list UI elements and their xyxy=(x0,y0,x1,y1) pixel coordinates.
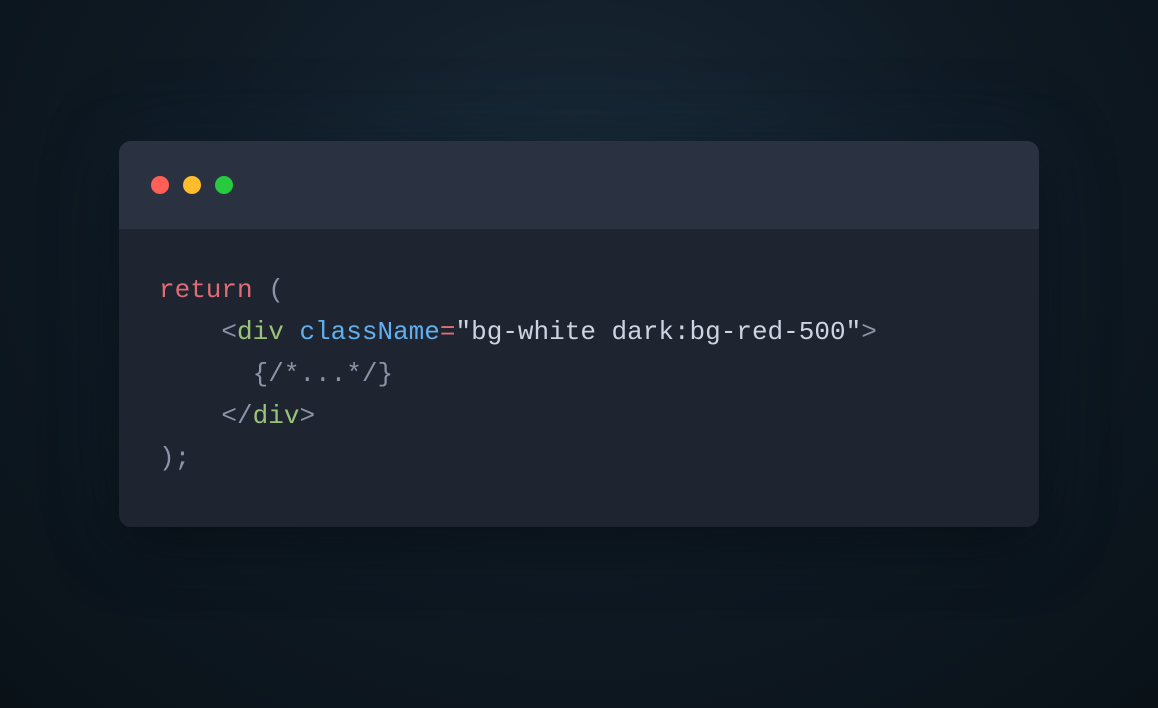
maximize-icon[interactable] xyxy=(215,176,233,194)
string-value: bg-white dark:bg-red-500 xyxy=(471,317,845,347)
code-line-1: return ( xyxy=(159,275,284,305)
comment-placeholder: /*...*/ xyxy=(268,359,377,389)
tag-open-bracket: < xyxy=(221,317,237,347)
closing-tag-lt: < xyxy=(221,401,237,431)
code-line-5: ); xyxy=(159,443,190,473)
tag-name-div: div xyxy=(237,317,284,347)
minimize-icon[interactable] xyxy=(183,176,201,194)
code-window: return ( <div className="bg-white dark:b… xyxy=(119,141,1039,528)
close-icon[interactable] xyxy=(151,176,169,194)
code-block: return ( <div className="bg-white dark:b… xyxy=(119,229,1039,528)
string-quote-open: " xyxy=(456,317,472,347)
string-quote-close: " xyxy=(846,317,862,347)
jsx-expr-open: { xyxy=(253,359,269,389)
keyword-return: return xyxy=(159,275,253,305)
paren-open: ( xyxy=(268,275,284,305)
tag-close-bracket: > xyxy=(861,317,877,347)
closing-tag-slash: / xyxy=(237,401,253,431)
jsx-expr-close: } xyxy=(377,359,393,389)
semicolon: ; xyxy=(175,443,191,473)
paren-close: ) xyxy=(159,443,175,473)
code-line-4: </div> xyxy=(159,401,315,431)
equals-sign: = xyxy=(440,317,456,347)
code-line-3: {/*...*/} xyxy=(159,359,393,389)
window-titlebar xyxy=(119,141,1039,229)
closing-tag-gt: > xyxy=(299,401,315,431)
closing-tag-name: div xyxy=(253,401,300,431)
code-line-2: <div className="bg-white dark:bg-red-500… xyxy=(159,317,877,347)
attr-classname: className xyxy=(299,317,439,347)
